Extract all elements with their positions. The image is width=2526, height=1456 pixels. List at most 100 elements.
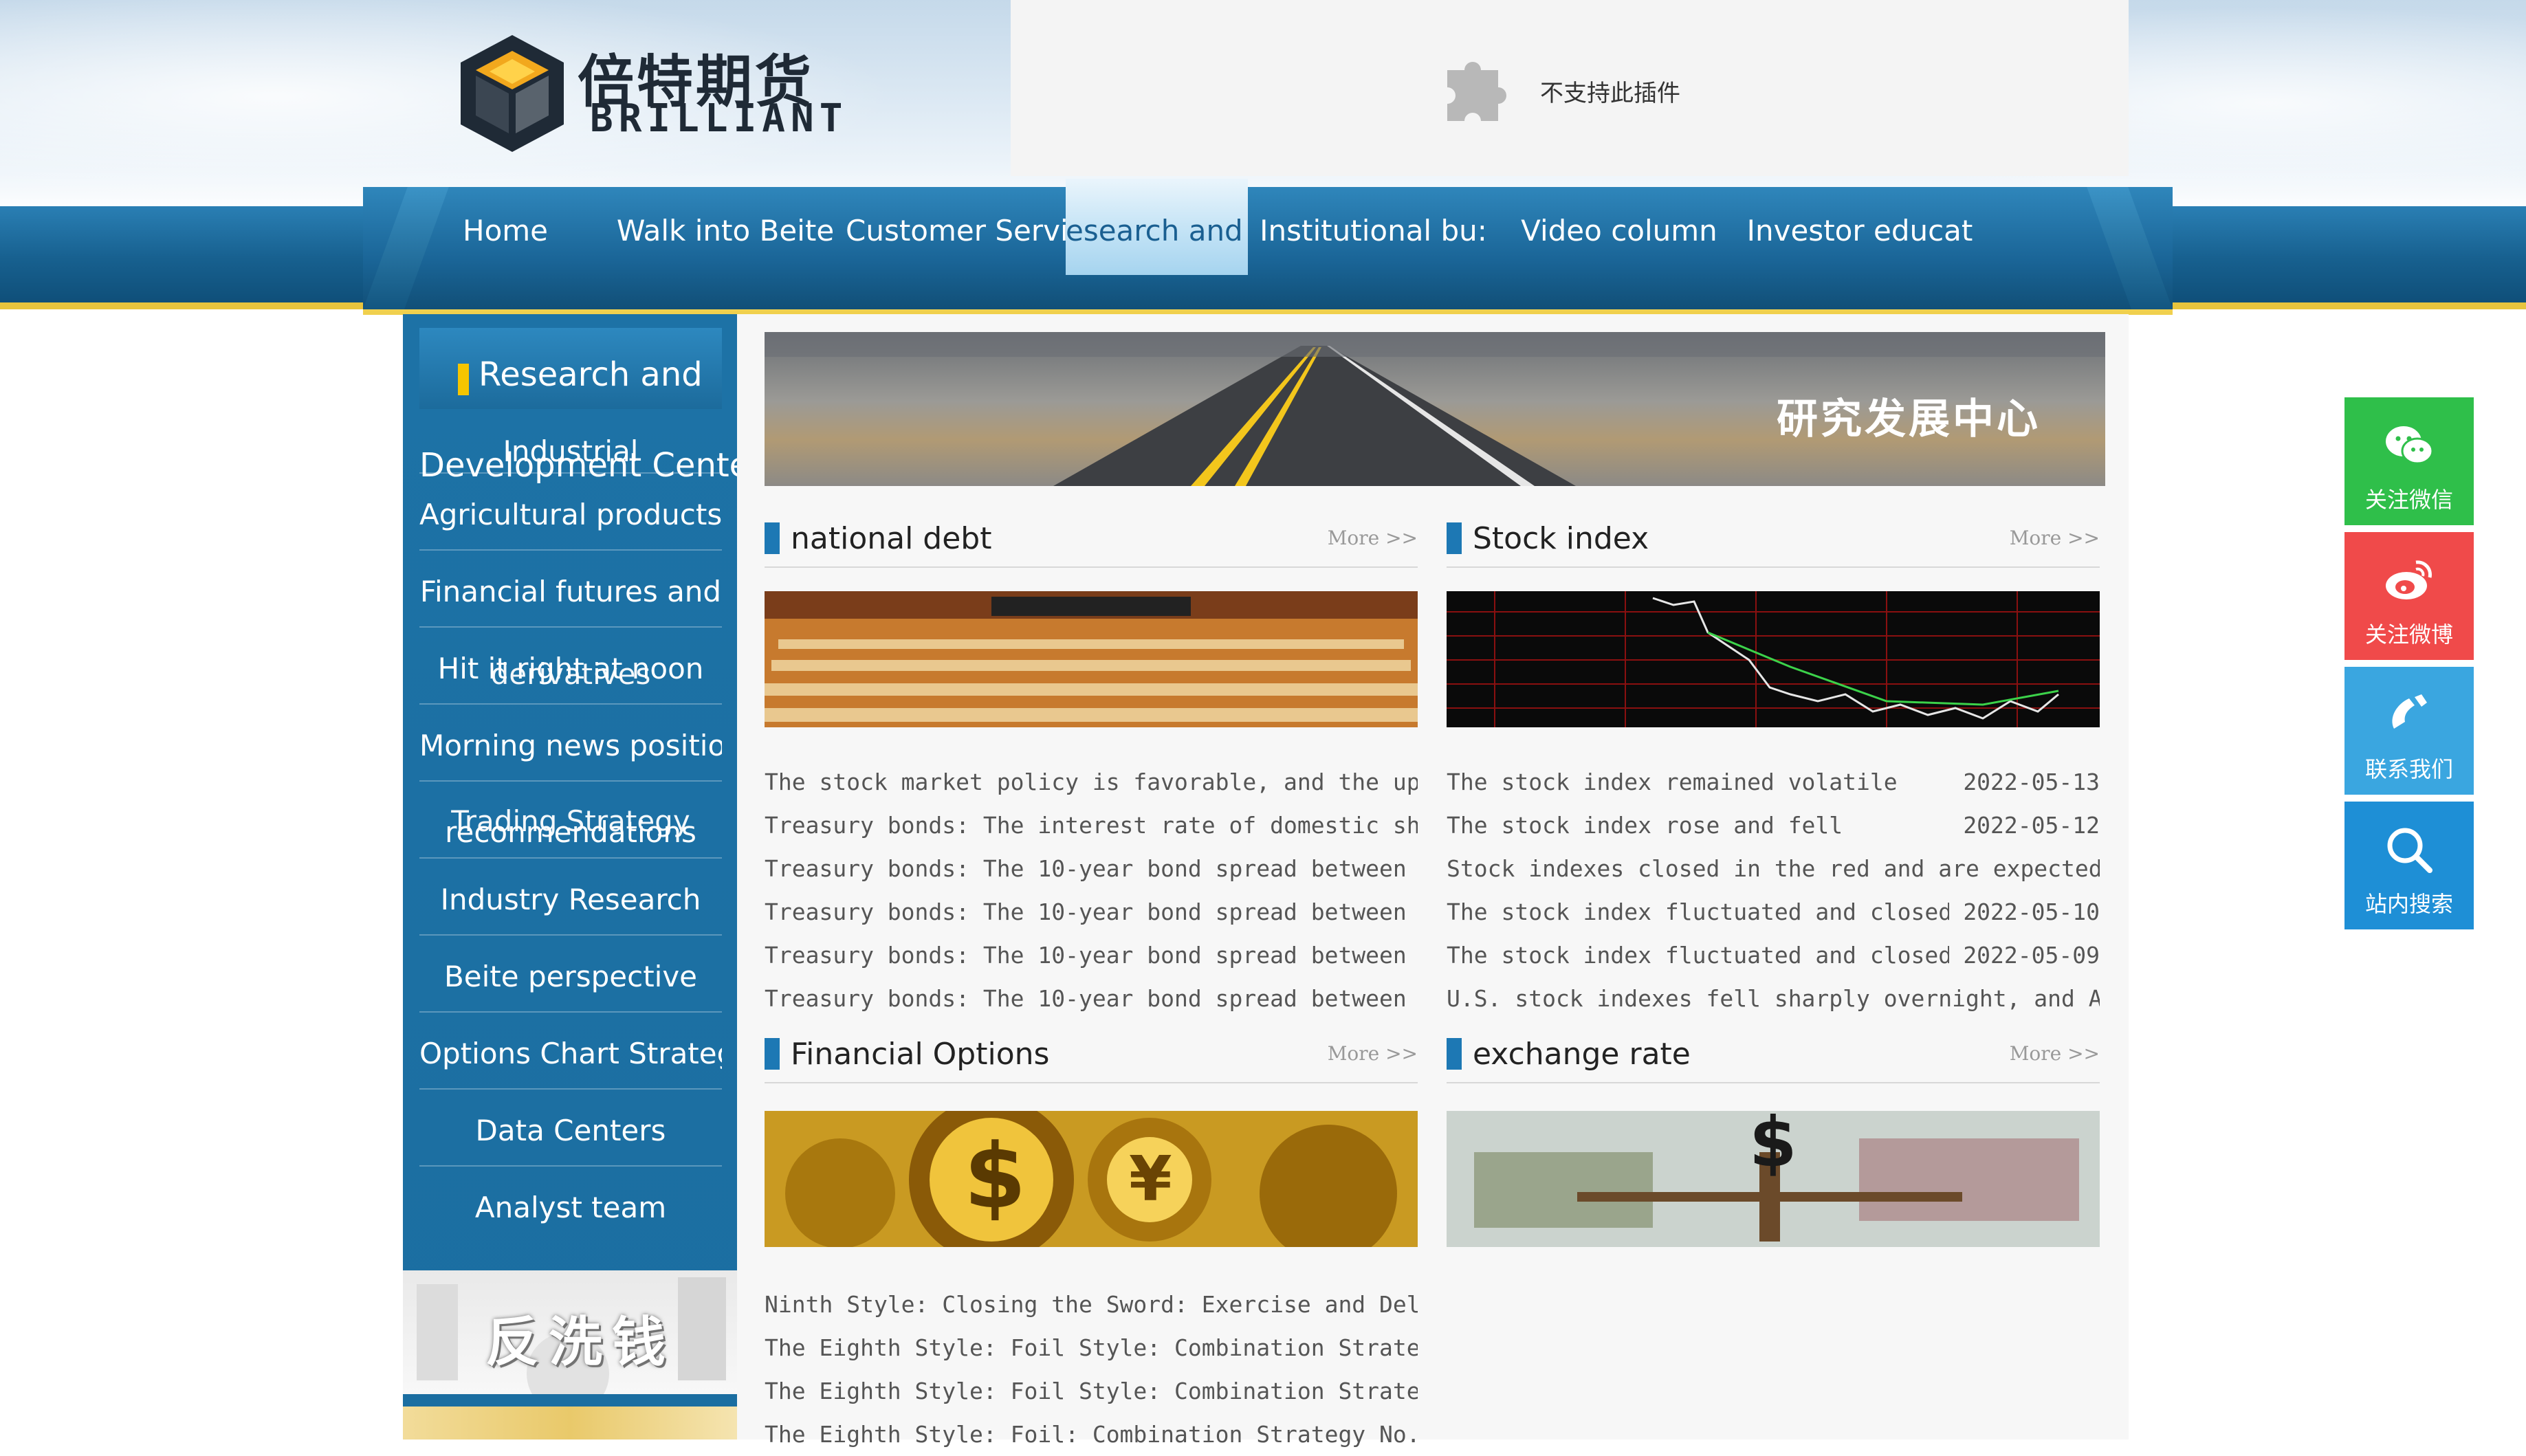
nav-item-customer-service[interactable]: Customer Servi [846,179,1066,275]
sidebar-item-label: Morning news position [419,729,722,762]
sidebar-item-hit-it-right-at-noon[interactable]: derivatives Hit it right at noon [419,628,722,705]
section-header: exchange rate More >> [1447,1037,2100,1083]
banner-title: 研究发展中心 [1777,395,2041,443]
section-header: Financial Options More >> [765,1037,1418,1083]
list-item-date: 2022-05-12 [1949,804,2100,847]
more-link[interactable]: More >> [2010,527,2100,549]
anti-money-laundering-text: 反洗钱 [485,1311,676,1374]
list-item-title: U.S. stock indexes fell sharply overnigh… [1447,985,2100,1012]
contact-us-button[interactable]: 联系我们 [2344,667,2474,795]
site-search-button[interactable]: 站内搜索 [2344,802,2474,929]
list-item-title: The stock index remained volatile [1447,769,1898,795]
sidebar-item-morning-news-position[interactable]: Morning news position [419,705,722,782]
list-item-title: Treasury bonds: The 10-year bond spread … [765,855,1418,882]
section-accent [1447,522,1462,554]
nav-item-institutional-business[interactable]: Institutional bu: [1248,179,1499,275]
list-item-title: Ninth Style: Closing the Sword: Exercise… [765,1291,1418,1318]
list-item[interactable]: The Eighth Style: Foil: Combination Stra… [765,1413,1418,1456]
wechat-icon [2386,426,2434,465]
sidebar-item-industrial[interactable]: Industrial [419,417,722,474]
sidebar-item-analyst-team[interactable]: Analyst team [419,1167,722,1242]
list-item[interactable]: Ninth Style: Closing the Sword: Exercise… [765,1283,1418,1326]
sidebar-secondary-banner[interactable] [403,1407,737,1440]
sidebar-item-data-centers[interactable]: Data Centers [419,1090,722,1167]
section-title: Financial Options [791,1037,1050,1072]
list-item[interactable]: Stock indexes closed in the red and are … [1447,847,2100,890]
section-title: national debt [791,521,992,556]
research-center-banner: 研究发展中心 [765,332,2105,486]
stock-index-image[interactable] [1447,591,2100,727]
exchange-rate-image[interactable]: $ [1447,1111,2100,1247]
stock-chart-image [1447,591,2100,727]
nav-item-video-column[interactable]: Video column [1499,179,1739,275]
sidebar-title-accent [458,364,469,395]
list-item-title: The Eighth Style: Foil: Combination Stra… [765,1421,1418,1448]
section-accent [1447,1038,1462,1070]
national-debt-image[interactable] [765,591,1418,727]
puzzle-piece-icon [1447,62,1506,121]
list-item[interactable]: The stock index rose and fell 2022-05-12 [1447,804,2100,847]
list-item[interactable]: Treasury bonds: The 10-year bond spread … [765,890,1418,934]
follow-weibo-button[interactable]: 关注微博 [2344,532,2474,660]
plugin-unsupported-text: 不支持此插件 [1540,80,1680,107]
sidebar-title: Research and [479,355,703,394]
more-link[interactable]: More >> [2010,1042,2100,1065]
contact-label: 联系我们 [2364,756,2453,782]
list-item[interactable]: U.S. stock indexes fell sharply overnigh… [1447,977,2100,1020]
sidebar-item-trading-strategy[interactable]: Trading Strategy reconmendations [419,782,722,859]
list-item[interactable]: Treasury bonds: The 10-year bond spread … [765,934,1418,977]
sidebar-item-industry-research[interactable]: Industry Research [419,859,722,936]
sidebar-item-label: Analyst team [474,1191,667,1224]
more-link[interactable]: More >> [1328,527,1418,549]
more-link[interactable]: More >> [1328,1042,1418,1065]
sidebar-item-beite-perspective[interactable]: Beite perspective [419,936,722,1013]
list-item-date: 2022-05-10 [1949,890,2100,934]
nav-item-investor-education[interactable]: Investor educat [1739,179,1980,275]
list-item[interactable]: The Eighth Style: Foil Style: Combinatio… [765,1326,1418,1369]
list-item[interactable]: The stock index fluctuated and closed do… [1447,890,2100,934]
nav-item-research-and-development[interactable]: esearch and D [1066,179,1248,275]
sidebar-item-label: Data Centers [475,1114,666,1147]
list-item-title: Treasury bonds: The 10-year bond spread … [765,985,1418,1012]
list-item-title: The stock index rose and fell [1447,812,1843,839]
trading-hall-image [765,591,1418,727]
logo-english-name: BRILLIANT [590,96,848,141]
financial-options-list: Ninth Style: Closing the Sword: Exercise… [765,1283,1418,1456]
sidebar-item-options-chart-strategy[interactable]: Options Chart Strategy [419,1013,722,1090]
nav-item-home[interactable]: Home [406,179,605,275]
list-item[interactable]: The stock index fluctuated and closed do… [1447,934,2100,977]
sidebar-item-overlap-label: derivatives [490,657,651,691]
follow-wechat-button[interactable]: 关注微信 [2344,397,2474,525]
list-item[interactable]: The Eighth Style: Foil Style: Combinatio… [765,1369,1418,1413]
list-item-date: 2022-05-09 [1949,934,2100,977]
financial-options-image[interactable]: $ ¥ [765,1111,1418,1247]
section-title: Stock index [1473,521,1649,556]
list-item-title: The stock index fluctuated and closed do… [1447,942,2021,969]
svg-text:$: $ [964,1124,1026,1228]
nav-item-walk-into-beite[interactable]: Walk into Beite [605,179,846,275]
sidebar-title-box: Research and [419,328,722,409]
sidebar-item-agricultural-products[interactable]: Agricultural products [419,474,722,551]
list-item[interactable]: Treasury bonds: The interest rate of dom… [765,804,1418,847]
list-item-title: Treasury bonds: The interest rate of dom… [765,812,1418,839]
stock-index-list: The stock index remained volatile 2022-05… [1447,760,2100,1020]
list-item-title: Stock indexes closed in the red and are … [1447,855,2100,882]
list-item[interactable]: Treasury bonds: The 10-year bond spread … [765,977,1418,1020]
list-item[interactable]: The stock index remained volatile 2022-05… [1447,760,2100,804]
sidebar-item-label: reconmendations [445,815,696,849]
logo-cube-icon [461,35,564,152]
list-item-title: Treasury bonds: The 10-year bond spread … [765,898,1418,925]
list-item-title: The Eighth Style: Foil Style: Combinatio… [765,1334,1418,1361]
weibo-icon [2386,560,2432,599]
sidebar-item-financial-futures[interactable]: Financial futures and [419,551,722,628]
sidebar-item-label: Financial futures and [419,575,722,608]
list-item-title: The stock market policy is favorable, an… [765,769,1418,795]
sidebar-item-label: Industrial [503,434,639,468]
currency-scale-image: $ [1447,1111,2100,1247]
site-logo[interactable]: 倍特期货 BRILLIANT [454,27,842,158]
list-item[interactable]: The stock market policy is favorable, an… [765,760,1418,804]
svg-text:$: $ [1749,1111,1797,1182]
sidebar-item-label: Agricultural products [419,498,722,531]
anti-money-laundering-banner[interactable]: 反洗钱 [403,1270,737,1394]
list-item[interactable]: Treasury bonds: The 10-year bond spread … [765,847,1418,890]
